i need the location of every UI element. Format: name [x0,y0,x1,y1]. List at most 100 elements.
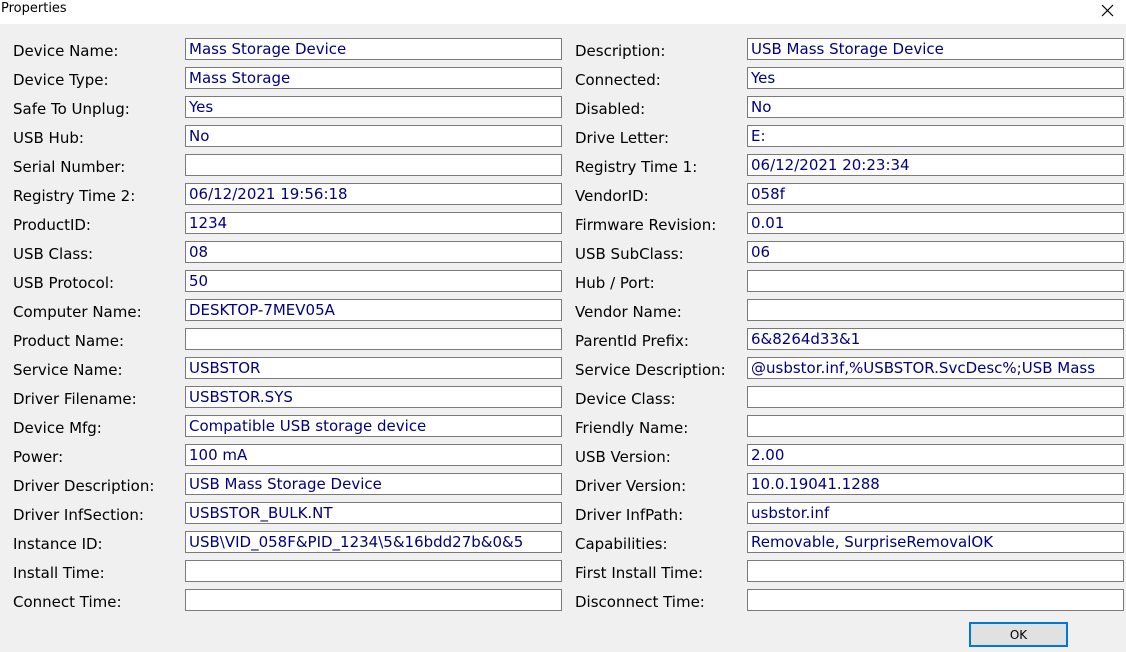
property-value-field[interactable]: Mass Storage [185,67,562,89]
property-value: 06 [751,243,771,261]
property-value-field[interactable]: 06/12/2021 20:23:34 [747,154,1124,176]
property-value-field[interactable] [747,270,1124,292]
property-value-field[interactable]: 0.01 [747,212,1124,234]
property-value: 2.00 [751,446,785,464]
property-label: Computer Name: [13,303,142,321]
property-label: Device Name: [13,42,119,60]
property-value-field[interactable]: @usbstor.inf,%USBSTOR.SvcDesc%;USB Mass [747,357,1124,379]
property-row: Registry Time 2: 06/12/2021 19:56:18 Vendo… [0,183,1126,206]
property-label: Disabled: [575,100,646,118]
property-label: Power: [13,448,64,466]
property-label: Hub / Port: [575,274,655,292]
property-row: ProductID: 1234 Firmware Revision: 0.01 [0,212,1126,235]
property-label: Vendor Name: [575,303,682,321]
property-label: USB SubClass: [575,245,684,263]
property-label: Install Time: [13,564,105,582]
property-label: Service Description: [575,361,726,379]
property-value: 10.0.19041.1288 [751,475,880,493]
property-label: Driver Description: [13,477,155,495]
property-value-field[interactable]: 6&8264d33&1 [747,328,1124,350]
property-value: E: [751,127,766,145]
property-label: ParentId Prefix: [575,332,689,350]
property-value: Mass Storage [189,69,291,87]
property-row: USB Class: 08 USB SubClass: 06 [0,241,1126,264]
property-label: Driver InfPath: [575,506,684,524]
property-value-field[interactable] [185,560,562,582]
property-row: Service Name: USBSTOR Service Description:… [0,357,1126,380]
property-value-field[interactable]: No [185,125,562,147]
property-value: @usbstor.inf,%USBSTOR.SvcDesc%;USB Mass [751,359,1096,377]
property-value: USBSTOR.SYS [189,388,293,406]
property-label: Product Name: [13,332,125,350]
property-value-field[interactable]: Removable, SurpriseRemovalOK [747,531,1124,553]
property-value-field[interactable]: 06 [747,241,1124,263]
close-icon [1101,4,1114,17]
property-value-field[interactable]: USB\VID_058F&PID_1234\5&16bdd27b&0&5 [185,531,562,553]
property-label: Disconnect Time: [575,593,705,611]
property-row: Device Mfg: Compatible USB storage device… [0,415,1126,438]
property-label: ProductID: [13,216,91,234]
property-value: Mass Storage Device [189,40,347,58]
property-row: Device Name: Mass Storage Device Descripti… [0,38,1126,61]
property-value-field[interactable]: 08 [185,241,562,263]
property-label: Connected: [575,71,661,89]
property-value-field[interactable]: Yes [747,67,1124,89]
property-value: 1234 [189,214,228,232]
property-value: USB Mass Storage Device [751,40,944,58]
property-row: Product Name: ParentId Prefix: 6&8264d33&1 [0,328,1126,351]
property-value: Removable, SurpriseRemovalOK [751,533,994,551]
property-row: Connect Time: Disconnect Time: [0,589,1126,612]
property-value-field[interactable] [185,154,562,176]
property-value-field[interactable]: USBSTOR_BULK.NT [185,502,562,524]
property-value-field[interactable]: 2.00 [747,444,1124,466]
property-label: USB Version: [575,448,671,466]
property-label: Drive Letter: [575,129,670,147]
property-value-field[interactable] [747,560,1124,582]
property-value-field[interactable]: Yes [185,96,562,118]
property-row: Serial Number: Registry Time 1: 06/12/2021… [0,154,1126,177]
property-value-field[interactable]: 058f [747,183,1124,205]
property-label: Connect Time: [13,593,122,611]
ok-button[interactable]: OK [969,622,1068,647]
title-bar: Properties [0,0,1126,24]
property-value-field[interactable]: Compatible USB storage device [185,415,562,437]
property-value: 6&8264d33&1 [751,330,861,348]
property-label: Instance ID: [13,535,103,553]
property-value-field[interactable] [185,328,562,350]
property-value-field[interactable] [747,415,1124,437]
property-value-field[interactable] [747,299,1124,321]
property-value-field[interactable] [185,589,562,611]
property-value: 50 [189,272,209,290]
property-value-field[interactable] [747,589,1124,611]
property-label: Device Class: [575,390,676,408]
property-value-field[interactable]: 100 mA [185,444,562,466]
property-label: First Install Time: [575,564,704,582]
property-value: USB Mass Storage Device [189,475,382,493]
property-row: Device Type: Mass Storage Connected: Yes [0,67,1126,90]
property-label: Description: [575,42,666,60]
property-value-field[interactable]: No [747,96,1124,118]
property-value: DESKTOP-7MEV05A [189,301,335,319]
property-value-field[interactable]: E: [747,125,1124,147]
property-value: USBSTOR_BULK.NT [189,504,333,522]
property-value-field[interactable]: USB Mass Storage Device [747,38,1124,60]
property-value-field[interactable]: DESKTOP-7MEV05A [185,299,562,321]
property-value-field[interactable]: 06/12/2021 19:56:18 [185,183,562,205]
property-value-field[interactable]: Mass Storage Device [185,38,562,60]
property-label: Device Mfg: [13,419,102,437]
property-value-field[interactable]: USB Mass Storage Device [185,473,562,495]
property-row: Power: 100 mA USB Version: 2.00 [0,444,1126,467]
close-button[interactable] [1094,0,1120,20]
property-value-field[interactable]: 50 [185,270,562,292]
property-label: Safe To Unplug: [13,100,130,118]
property-row: Driver Description: USB Mass Storage Devi… [0,473,1126,496]
property-value-field[interactable]: USBSTOR [185,357,562,379]
property-value: 0.01 [751,214,785,232]
property-value-field[interactable] [747,386,1124,408]
property-value-field[interactable]: 1234 [185,212,562,234]
property-value: No [189,127,210,145]
property-value-field[interactable]: 10.0.19041.1288 [747,473,1124,495]
property-value-field[interactable]: usbstor.inf [747,502,1124,524]
property-label: Firmware Revision: [575,216,717,234]
property-value-field[interactable]: USBSTOR.SYS [185,386,562,408]
